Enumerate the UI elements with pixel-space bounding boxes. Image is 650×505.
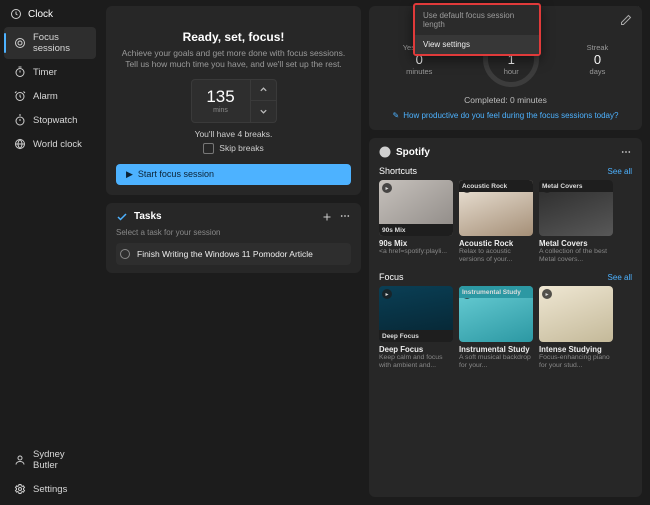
minutes-increase-button[interactable] bbox=[251, 79, 277, 101]
shortcuts-row: ▸90s Mix 90s Mix <a href=spotify:playli.… bbox=[379, 180, 632, 264]
edit-goal-button[interactable] bbox=[620, 14, 632, 26]
feedback-link[interactable]: ✎ How productive do you feel during the … bbox=[379, 111, 632, 120]
app-title: Clock bbox=[0, 4, 100, 26]
spotify-title: Spotify bbox=[396, 147, 430, 158]
app-title-text: Clock bbox=[28, 9, 53, 20]
sidebar-item-label: Stopwatch bbox=[33, 115, 77, 126]
sidebar-item-label: Focus sessions bbox=[33, 32, 86, 54]
minutes-value: 135 bbox=[206, 87, 234, 107]
tasks-more-button[interactable]: ⋯ bbox=[339, 211, 351, 223]
completed-text: Completed: 0 minutes bbox=[379, 95, 632, 105]
minutes-label: mins bbox=[213, 107, 228, 114]
main-area: Ready, set, focus! Achieve your goals an… bbox=[100, 0, 650, 505]
tasks-card: Tasks ⋯ Select a task for your session F… bbox=[106, 203, 361, 273]
playlist-tile[interactable]: ▸ Intense Studying Focus-enhancing piano… bbox=[539, 286, 613, 370]
dropdown-item-default-length[interactable]: Use default focus session length bbox=[415, 7, 539, 33]
sidebar: Clock Focus sessions Timer Alarm Stopwat… bbox=[0, 0, 100, 505]
timer-icon bbox=[14, 66, 26, 78]
tasks-icon bbox=[116, 211, 128, 223]
playlist-tile[interactable]: ▸Acoustic Rock Acoustic Rock Relax to ac… bbox=[459, 180, 533, 264]
sidebar-item-alarm[interactable]: Alarm bbox=[4, 85, 96, 107]
sidebar-item-stopwatch[interactable]: Stopwatch bbox=[4, 109, 96, 131]
alarm-icon bbox=[14, 90, 26, 102]
clock-app-icon bbox=[10, 8, 22, 20]
start-button-label: Start focus session bbox=[138, 169, 214, 179]
focus-setup-card: Ready, set, focus! Achieve your goals an… bbox=[106, 6, 361, 195]
spotify-card: Spotify ⋯ Shortcuts See all ▸90s Mix 90s… bbox=[369, 138, 642, 497]
playlist-tile[interactable]: ▸Instrumental Study Instrumental Study A… bbox=[459, 286, 533, 370]
sidebar-item-label: Settings bbox=[33, 484, 67, 495]
sidebar-item-world-clock[interactable]: World clock bbox=[4, 133, 96, 155]
context-dropdown: Use default focus session length View se… bbox=[413, 3, 541, 56]
sidebar-item-settings[interactable]: Settings bbox=[4, 478, 96, 500]
user-avatar-icon bbox=[14, 454, 26, 466]
world-clock-icon bbox=[14, 138, 26, 150]
start-focus-session-button[interactable]: ▶ Start focus session bbox=[116, 164, 351, 185]
focus-sessions-icon bbox=[14, 37, 26, 49]
focus-heading: Focus bbox=[379, 272, 404, 282]
breaks-text: You'll have 4 breaks. bbox=[116, 129, 351, 139]
shortcuts-see-all[interactable]: See all bbox=[608, 167, 632, 176]
play-icon: ▸ bbox=[382, 183, 392, 193]
task-label: Finish Writing the Windows 11 Pomodor Ar… bbox=[137, 249, 313, 259]
play-icon: ▸ bbox=[542, 289, 552, 299]
spotify-more-button[interactable]: ⋯ bbox=[620, 146, 632, 158]
focus-heading: Ready, set, focus! bbox=[116, 30, 351, 44]
dropdown-item-view-settings[interactable]: View settings bbox=[415, 35, 539, 54]
sidebar-item-label: Alarm bbox=[33, 91, 58, 102]
gear-icon bbox=[14, 483, 26, 495]
playlist-tile[interactable]: ▸90s Mix 90s Mix <a href=spotify:playli.… bbox=[379, 180, 453, 264]
tasks-subtext: Select a task for your session bbox=[116, 228, 351, 237]
sidebar-user-label: Sydney Butler bbox=[33, 449, 86, 471]
minutes-display[interactable]: 135 mins bbox=[191, 79, 251, 123]
task-radio[interactable] bbox=[120, 249, 130, 259]
focus-row: ▸Deep Focus Deep Focus Keep calm and foc… bbox=[379, 286, 632, 370]
playlist-tile[interactable]: ▸Deep Focus Deep Focus Keep calm and foc… bbox=[379, 286, 453, 370]
shortcuts-heading: Shortcuts bbox=[379, 166, 417, 176]
sidebar-item-focus-sessions[interactable]: Focus sessions bbox=[4, 27, 96, 59]
task-row[interactable]: Finish Writing the Windows 11 Pomodor Ar… bbox=[116, 243, 351, 265]
skip-breaks-checkbox[interactable] bbox=[203, 143, 214, 154]
add-task-button[interactable] bbox=[321, 211, 333, 223]
focus-subtext: Achieve your goals and get more done wit… bbox=[116, 48, 351, 71]
sidebar-item-timer[interactable]: Timer bbox=[4, 61, 96, 83]
skip-breaks-label: Skip breaks bbox=[219, 143, 263, 153]
focus-see-all[interactable]: See all bbox=[608, 273, 632, 282]
minutes-decrease-button[interactable] bbox=[251, 101, 277, 123]
play-icon: ▶ bbox=[126, 169, 133, 180]
sidebar-item-label: World clock bbox=[33, 139, 82, 150]
sidebar-item-label: Timer bbox=[33, 67, 57, 78]
tasks-title: Tasks bbox=[134, 211, 162, 222]
feedback-icon: ✎ bbox=[393, 111, 400, 120]
playlist-tile[interactable]: ▸Metal Covers Metal Covers A collection … bbox=[539, 180, 613, 264]
sidebar-user[interactable]: Sydney Butler bbox=[4, 444, 96, 476]
play-icon: ▸ bbox=[382, 289, 392, 299]
stat-streak: Streak 0 days bbox=[587, 43, 609, 76]
stopwatch-icon bbox=[14, 114, 26, 126]
skip-breaks-row[interactable]: Skip breaks bbox=[116, 143, 351, 154]
spotify-icon bbox=[379, 146, 391, 158]
